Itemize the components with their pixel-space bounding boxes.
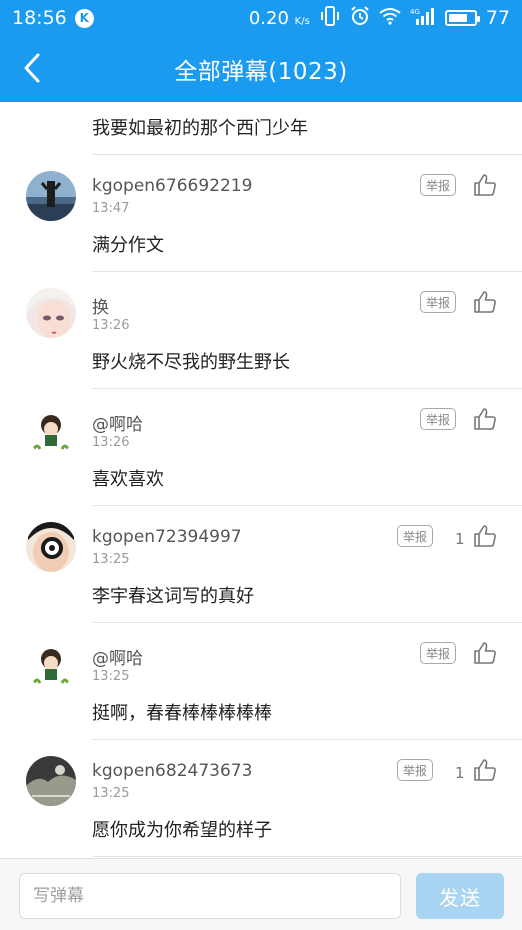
avatar[interactable] [26, 756, 76, 806]
back-button[interactable] [14, 50, 50, 86]
avatar[interactable] [26, 171, 76, 221]
comment-time: 13:25 [92, 669, 130, 684]
list-item: 换 13:26 野火烧不尽我的野生野长 举报 [0, 272, 522, 389]
comment-content: 喜欢喜欢 [92, 469, 164, 490]
thumbs-up-icon[interactable] [473, 524, 497, 548]
report-button[interactable]: 举报 [420, 642, 456, 664]
alarm-icon [350, 5, 370, 31]
divider [92, 856, 522, 857]
list-item: 我要如最初的那个西门少年 [0, 102, 522, 155]
report-button[interactable]: 举报 [397, 525, 433, 547]
top-bar: 18:56 K 0.20 K/s 4G 77 全部弹幕(1023) [0, 0, 522, 102]
report-button[interactable]: 举报 [420, 291, 456, 313]
list-item: kgopen682473673 13:25 愿你成为你希望的样子 举报 1 [0, 740, 522, 857]
thumbs-up-icon[interactable] [473, 290, 497, 314]
comment-content: 李宇春这词写的真好 [92, 586, 254, 607]
list-item: @啊哈 13:26 喜欢喜欢 举报 [0, 389, 522, 506]
comment-username[interactable]: kgopen676692219 [92, 176, 252, 196]
svg-text:4G: 4G [410, 8, 420, 16]
like-count: 1 [455, 530, 465, 548]
comment-content: 满分作文 [92, 235, 164, 256]
report-button[interactable]: 举报 [397, 759, 433, 781]
battery-icon [444, 10, 480, 26]
comment-username[interactable]: kgopen72394997 [92, 527, 242, 547]
kugou-notification-icon: K [74, 8, 94, 28]
thumbs-up-icon[interactable] [473, 173, 497, 197]
vibrate-icon [319, 5, 341, 31]
comment-time: 13:47 [92, 201, 130, 216]
comment-time: 13:25 [92, 786, 130, 801]
battery-fill [448, 14, 468, 22]
comment-list[interactable]: 我要如最初的那个西门少年 kgopen676692219 13:47 满分作文 … [0, 102, 522, 858]
status-bar: 18:56 K 0.20 K/s 4G 77 [0, 0, 522, 36]
send-button[interactable]: 发送 [416, 873, 504, 919]
comment-username[interactable]: @啊哈 [92, 644, 143, 669]
comment-username[interactable]: @啊哈 [92, 410, 143, 435]
list-item: @啊哈 13:25 挺啊，春春棒棒棒棒棒 举报 [0, 623, 522, 740]
comment-time: 13:25 [92, 552, 130, 567]
comment-content: 我要如最初的那个西门少年 [92, 118, 308, 139]
comment-username[interactable]: 换 [92, 293, 109, 318]
thumbs-up-icon[interactable] [473, 407, 497, 431]
report-button[interactable]: 举报 [420, 174, 456, 196]
avatar[interactable] [26, 522, 76, 572]
network-speed: 0.20 K/s [249, 8, 310, 29]
avatar[interactable] [26, 405, 76, 455]
list-item: kgopen72394997 13:25 李宇春这词写的真好 举报 1 [0, 506, 522, 623]
list-item: kgopen676692219 13:47 满分作文 举报 [0, 155, 522, 272]
wifi-icon [379, 7, 401, 30]
comment-content: 野火烧不尽我的野生野长 [92, 352, 290, 373]
nav-bar: 全部弹幕(1023) [0, 36, 522, 102]
network-speed-unit: K/s [294, 15, 310, 27]
comment-username[interactable]: kgopen682473673 [92, 761, 252, 781]
thumbs-up-icon[interactable] [473, 758, 497, 782]
danmaku-input[interactable] [19, 873, 401, 919]
status-time: 18:56 [12, 7, 67, 29]
avatar[interactable] [26, 639, 76, 689]
signal-4g-icon: 4G [410, 6, 436, 31]
page-title: 全部弹幕(1023) [174, 59, 348, 85]
comment-content: 挺啊，春春棒棒棒棒棒 [92, 703, 272, 724]
comment-time: 13:26 [92, 318, 130, 333]
avatar[interactable] [26, 288, 76, 338]
battery-percent: 77 [485, 7, 510, 29]
comment-composer: 发送 [0, 858, 522, 930]
report-button[interactable]: 举报 [420, 408, 456, 430]
chevron-left-icon [24, 53, 40, 83]
network-speed-value: 0.20 [248, 7, 289, 29]
comment-content: 愿你成为你希望的样子 [92, 820, 272, 841]
comment-time: 13:26 [92, 435, 130, 450]
thumbs-up-icon[interactable] [473, 641, 497, 665]
like-count: 1 [455, 764, 465, 782]
